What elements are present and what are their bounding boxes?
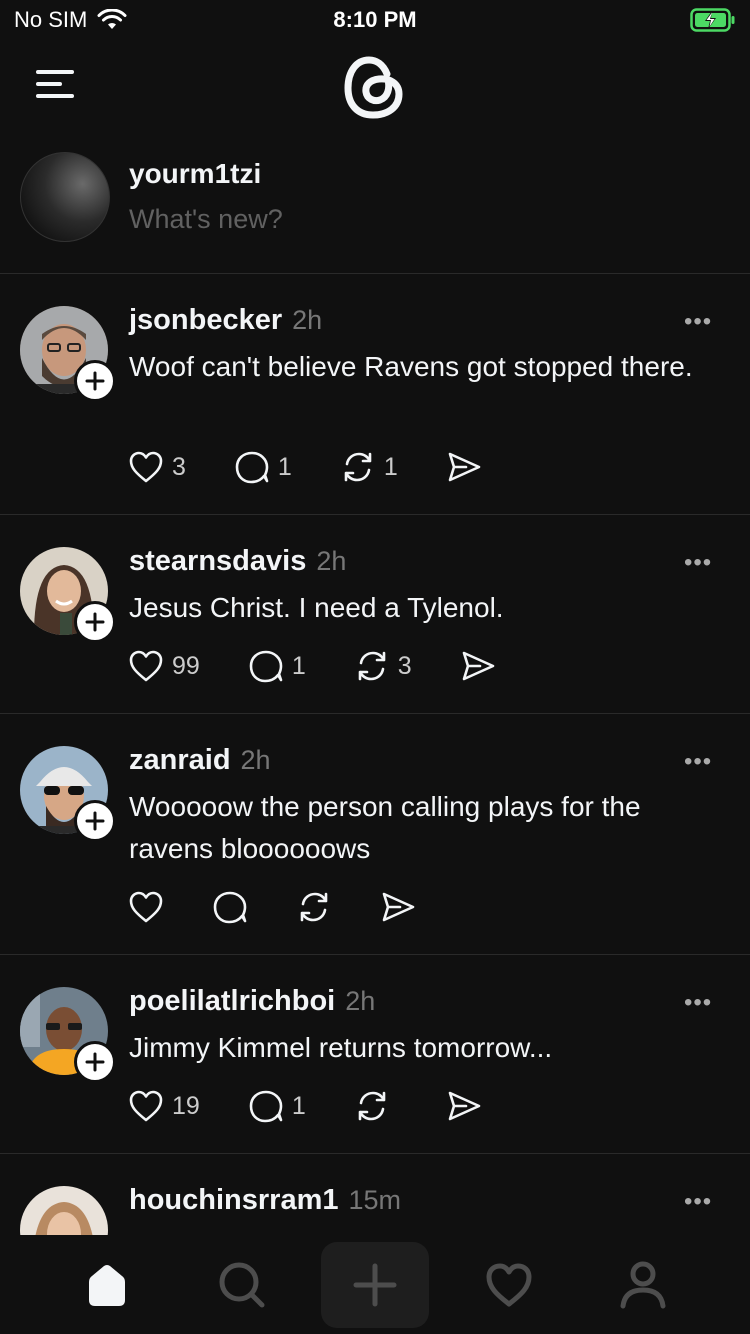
repost-button[interactable]: 1 bbox=[340, 450, 398, 484]
like-button[interactable] bbox=[128, 890, 172, 924]
tab-activity[interactable] bbox=[485, 1262, 533, 1313]
like-button[interactable]: 99 bbox=[128, 649, 200, 683]
post-actions bbox=[128, 890, 416, 924]
like-button[interactable]: 3 bbox=[128, 450, 186, 484]
post-author[interactable]: poelilatlrichboi 2h bbox=[129, 985, 375, 1018]
search-icon bbox=[219, 1262, 265, 1308]
share-button[interactable] bbox=[446, 450, 482, 484]
follow-button[interactable] bbox=[74, 360, 116, 402]
plus-icon bbox=[353, 1263, 397, 1307]
more-options-button[interactable]: ••• bbox=[684, 989, 712, 1017]
share-button[interactable] bbox=[446, 1089, 482, 1123]
like-count: 19 bbox=[172, 1091, 200, 1120]
comment-icon bbox=[249, 650, 283, 683]
threads-logo[interactable] bbox=[343, 52, 407, 122]
post-actions: 19 1 bbox=[128, 1089, 482, 1123]
tab-home[interactable] bbox=[84, 1262, 130, 1313]
post-item: zanraid 2h ••• Wooooow the person calling… bbox=[0, 714, 750, 955]
post-author[interactable]: houchinsrram1 15m bbox=[129, 1184, 401, 1217]
heart-icon bbox=[129, 650, 163, 682]
share-button[interactable] bbox=[380, 890, 416, 924]
reply-button[interactable] bbox=[212, 890, 256, 924]
more-options-button[interactable]: ••• bbox=[684, 549, 712, 577]
post-text: Woof can't believe Ravens got stopped th… bbox=[129, 351, 693, 382]
post-actions: 3 1 1 bbox=[128, 450, 482, 484]
avatar[interactable] bbox=[20, 1186, 108, 1235]
more-options-button[interactable]: ••• bbox=[684, 308, 712, 336]
more-options-button[interactable]: ••• bbox=[684, 748, 712, 776]
plus-icon bbox=[85, 371, 105, 391]
status-bar: No SIM 8:10 PM bbox=[0, 0, 750, 40]
post-author[interactable]: stearnsdavis 2h bbox=[129, 545, 346, 578]
more-options-button[interactable]: ••• bbox=[684, 1188, 712, 1216]
profile-icon bbox=[620, 1261, 666, 1309]
composer[interactable]: yourm1tzi What's new? bbox=[0, 140, 750, 274]
comment-icon bbox=[235, 451, 269, 484]
battery-charging-icon bbox=[690, 8, 735, 32]
top-nav bbox=[0, 40, 750, 140]
reply-count: 1 bbox=[291, 651, 306, 680]
post-time: 2h bbox=[292, 305, 323, 335]
like-button[interactable]: 19 bbox=[128, 1089, 200, 1123]
send-icon bbox=[448, 1091, 481, 1121]
repost-count: 3 bbox=[397, 651, 412, 680]
reply-button[interactable]: 1 bbox=[248, 649, 306, 683]
tab-create[interactable] bbox=[321, 1242, 429, 1328]
like-count: 3 bbox=[172, 452, 186, 481]
post-text: Jesus Christ. I need a Tylenol. bbox=[129, 592, 504, 623]
plus-icon bbox=[85, 1052, 105, 1072]
reply-button[interactable]: 1 bbox=[234, 450, 292, 484]
heart-icon bbox=[129, 891, 163, 923]
tab-profile[interactable] bbox=[619, 1260, 667, 1315]
post-item: houchinsrram1 15m ••• bbox=[0, 1154, 750, 1235]
home-icon bbox=[89, 1265, 125, 1306]
repost-button[interactable] bbox=[354, 1089, 398, 1123]
reply-button[interactable]: 1 bbox=[248, 1089, 306, 1123]
my-avatar[interactable] bbox=[20, 152, 110, 242]
heart-icon bbox=[129, 1090, 163, 1122]
post-author[interactable]: zanraid 2h bbox=[129, 744, 271, 777]
post-item: stearnsdavis 2h ••• Jesus Christ. I need … bbox=[0, 515, 750, 714]
status-time: 8:10 PM bbox=[333, 7, 417, 32]
repost-button[interactable] bbox=[296, 890, 340, 924]
send-icon bbox=[448, 452, 481, 482]
heart-icon bbox=[486, 1263, 532, 1307]
repost-button[interactable]: 3 bbox=[354, 649, 412, 683]
reply-count: 1 bbox=[291, 1091, 306, 1120]
post-time: 15m bbox=[348, 1185, 402, 1215]
post-text: Jimmy Kimmel returns tomorrow... bbox=[129, 1032, 553, 1063]
repost-icon bbox=[300, 892, 328, 922]
post-time: 2h bbox=[345, 986, 376, 1016]
plus-icon bbox=[85, 811, 105, 831]
tab-bar bbox=[0, 1235, 750, 1334]
plus-icon bbox=[85, 612, 105, 632]
post-item: jsonbecker 2h ••• Woof can't believe Rave… bbox=[0, 274, 750, 515]
repost-count: 1 bbox=[383, 452, 398, 481]
reply-count: 1 bbox=[277, 452, 292, 481]
repost-icon bbox=[358, 1091, 386, 1121]
post-actions: 99 1 3 bbox=[128, 649, 496, 683]
post-item: poelilatlrichboi 2h ••• Jimmy Kimmel retu… bbox=[0, 955, 750, 1154]
menu-icon[interactable] bbox=[36, 70, 74, 100]
tab-search[interactable] bbox=[217, 1260, 267, 1315]
like-count: 99 bbox=[172, 651, 200, 680]
post-time: 2h bbox=[240, 745, 271, 775]
comment-icon bbox=[213, 891, 247, 924]
composer-input[interactable]: What's new? bbox=[129, 204, 283, 235]
composer-username: yourm1tzi bbox=[129, 158, 262, 189]
follow-button[interactable] bbox=[74, 800, 116, 842]
repost-icon bbox=[344, 452, 372, 482]
share-button[interactable] bbox=[460, 649, 496, 683]
comment-icon bbox=[249, 1090, 283, 1123]
send-icon bbox=[462, 651, 494, 681]
follow-button[interactable] bbox=[74, 1041, 116, 1083]
follow-button[interactable] bbox=[74, 601, 116, 643]
repost-icon bbox=[358, 651, 386, 681]
heart-icon bbox=[129, 451, 163, 483]
post-author[interactable]: jsonbecker 2h bbox=[129, 304, 322, 337]
post-text: Wooooow the person calling plays for the… bbox=[129, 791, 641, 864]
post-time: 2h bbox=[316, 546, 347, 576]
send-icon bbox=[382, 892, 415, 922]
